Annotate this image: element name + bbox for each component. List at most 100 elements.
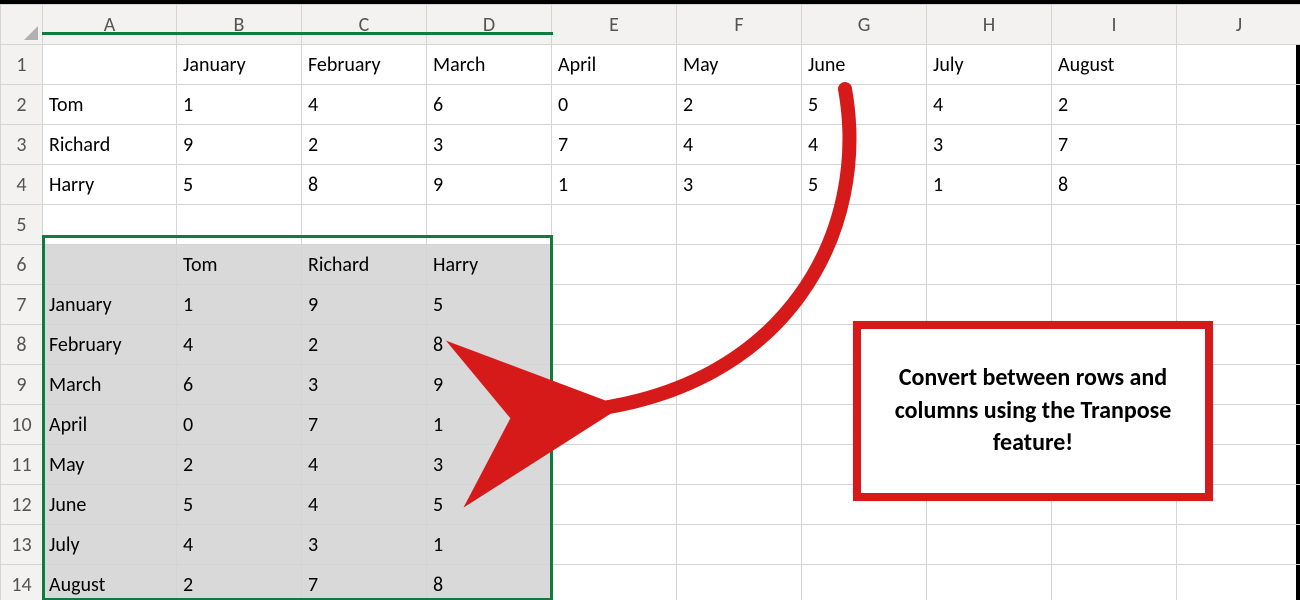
col-header-G[interactable]: G [802, 5, 927, 45]
cell[interactable] [552, 285, 677, 325]
cell[interactable]: 4 [177, 325, 302, 365]
cell[interactable]: Harry [43, 165, 177, 205]
row-header-1[interactable]: 1 [1, 45, 43, 85]
row-header-6[interactable]: 6 [1, 245, 43, 285]
cell[interactable] [1177, 245, 1300, 285]
cell[interactable]: 5 [177, 165, 302, 205]
cell[interactable] [677, 405, 802, 445]
cell[interactable]: August [1052, 45, 1177, 85]
row-header-9[interactable]: 9 [1, 365, 43, 405]
cell[interactable]: 1 [552, 165, 677, 205]
cell[interactable]: 3 [427, 445, 552, 485]
cell[interactable] [677, 525, 802, 565]
cell[interactable]: May [43, 445, 177, 485]
cell[interactable]: 7 [302, 405, 427, 445]
cell[interactable]: 7 [302, 565, 427, 600]
col-header-F[interactable]: F [677, 5, 802, 45]
cell[interactable]: April [552, 45, 677, 85]
cell[interactable]: Richard [302, 245, 427, 285]
row-header-5[interactable]: 5 [1, 205, 43, 245]
cell[interactable] [552, 365, 677, 405]
cell[interactable] [1177, 45, 1300, 85]
cell[interactable]: 0 [552, 85, 677, 125]
cell[interactable] [177, 205, 302, 245]
cell[interactable] [1052, 285, 1177, 325]
cell[interactable]: 2 [177, 565, 302, 600]
cell[interactable]: 1 [177, 85, 302, 125]
cell[interactable]: 6 [427, 85, 552, 125]
row-header-8[interactable]: 8 [1, 325, 43, 365]
cell[interactable]: 5 [802, 165, 927, 205]
col-header-E[interactable]: E [552, 5, 677, 45]
cell[interactable]: 8 [427, 565, 552, 600]
cell[interactable] [552, 245, 677, 285]
cell[interactable] [1177, 165, 1300, 205]
cell[interactable]: January [43, 285, 177, 325]
col-header-A[interactable]: A [43, 5, 177, 45]
cell[interactable] [1177, 205, 1300, 245]
cell[interactable]: January [177, 45, 302, 85]
cell[interactable]: 2 [177, 445, 302, 485]
cell[interactable] [802, 245, 927, 285]
cell[interactable]: 3 [302, 365, 427, 405]
cell[interactable]: June [43, 485, 177, 525]
cell[interactable]: 1 [927, 165, 1052, 205]
cell[interactable] [552, 565, 677, 600]
cell[interactable]: 1 [427, 525, 552, 565]
cell[interactable]: 5 [177, 485, 302, 525]
cell[interactable]: February [43, 325, 177, 365]
cell[interactable]: August [43, 565, 177, 600]
cell[interactable] [552, 325, 677, 365]
cell[interactable] [677, 565, 802, 600]
cell[interactable]: 9 [302, 285, 427, 325]
cell[interactable]: 0 [177, 405, 302, 445]
cell[interactable]: Tom [177, 245, 302, 285]
cell[interactable] [677, 285, 802, 325]
cell[interactable] [302, 205, 427, 245]
cell[interactable] [427, 205, 552, 245]
row-header-14[interactable]: 14 [1, 565, 43, 600]
cell[interactable]: Harry [427, 245, 552, 285]
cell[interactable] [677, 365, 802, 405]
cell[interactable]: Richard [43, 125, 177, 165]
cell[interactable] [802, 565, 927, 600]
cell[interactable]: April [43, 405, 177, 445]
row-header-3[interactable]: 3 [1, 125, 43, 165]
cell[interactable]: 4 [927, 85, 1052, 125]
cell[interactable] [677, 205, 802, 245]
col-header-B[interactable]: B [177, 5, 302, 45]
cell[interactable] [927, 565, 1052, 600]
row-header-2[interactable]: 2 [1, 85, 43, 125]
cell[interactable]: 4 [302, 485, 427, 525]
cell[interactable] [552, 205, 677, 245]
cell[interactable]: 4 [177, 525, 302, 565]
col-header-I[interactable]: I [1052, 5, 1177, 45]
cell[interactable]: 6 [177, 365, 302, 405]
cell[interactable]: 5 [802, 85, 927, 125]
row-header-11[interactable]: 11 [1, 445, 43, 485]
cell[interactable]: 1 [427, 405, 552, 445]
cell[interactable] [677, 325, 802, 365]
select-all-corner[interactable] [1, 5, 43, 45]
cell[interactable] [1052, 565, 1177, 600]
cell[interactable]: 8 [427, 325, 552, 365]
cell[interactable] [552, 445, 677, 485]
cell[interactable] [552, 405, 677, 445]
cell[interactable]: July [927, 45, 1052, 85]
cell[interactable] [802, 205, 927, 245]
cell[interactable] [927, 245, 1052, 285]
cell[interactable] [1052, 525, 1177, 565]
cell[interactable] [1177, 285, 1300, 325]
cell[interactable]: 4 [802, 125, 927, 165]
cell[interactable]: February [302, 45, 427, 85]
row-header-7[interactable]: 7 [1, 285, 43, 325]
cell[interactable]: June [802, 45, 927, 85]
cell[interactable] [1177, 525, 1300, 565]
col-header-J[interactable]: J [1177, 5, 1300, 45]
cell[interactable]: 2 [1052, 85, 1177, 125]
cell[interactable] [1177, 565, 1300, 600]
col-header-C[interactable]: C [302, 5, 427, 45]
cell[interactable] [552, 485, 677, 525]
cell[interactable] [802, 525, 927, 565]
cell[interactable]: 8 [302, 165, 427, 205]
